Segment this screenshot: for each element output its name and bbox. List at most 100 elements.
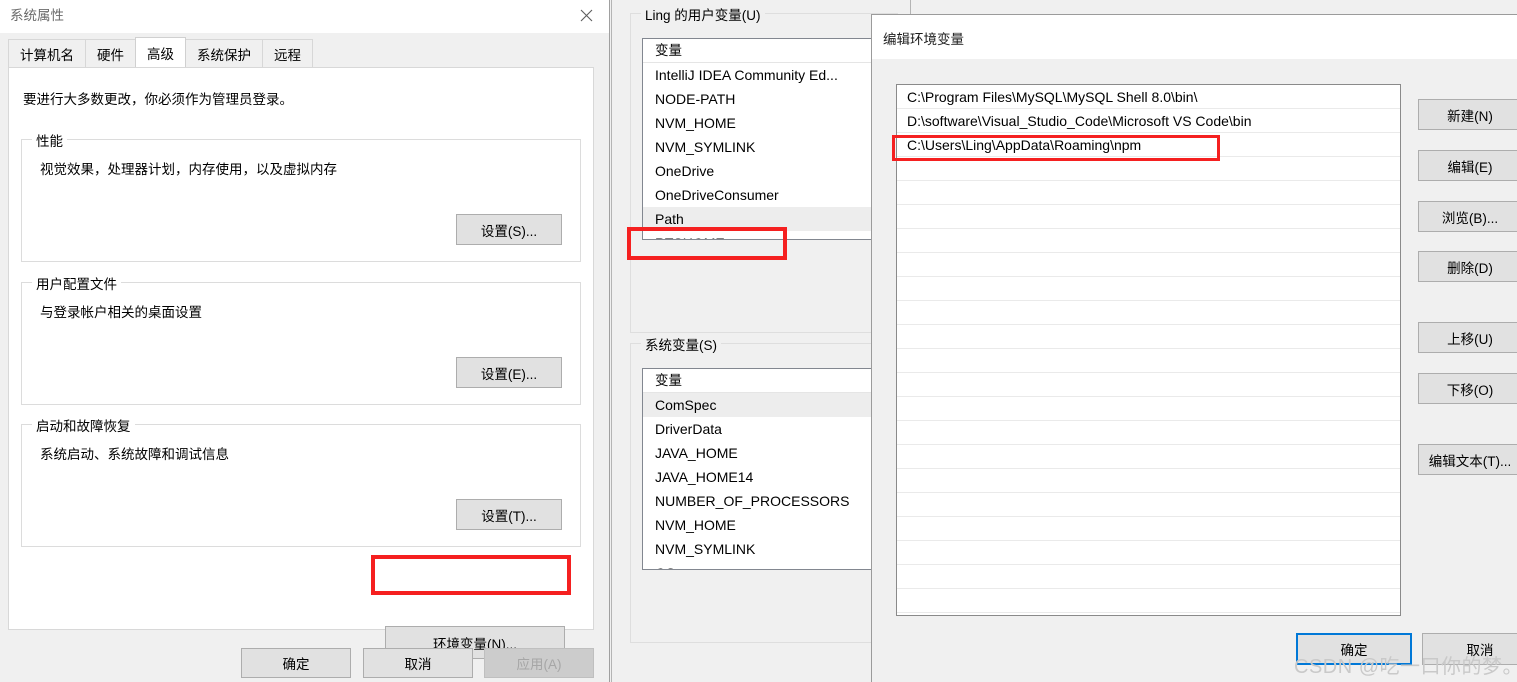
- move-down-button[interactable]: 下移(O): [1418, 373, 1517, 404]
- variable-name: NVM_HOME: [655, 115, 736, 131]
- column-header-label: 变量: [655, 43, 682, 58]
- variable-name: JAVA_HOME: [655, 445, 738, 461]
- group-user-profiles-legend: 用户配置文件: [32, 273, 121, 293]
- path-entry-row-empty[interactable]: [897, 301, 1400, 325]
- path-entry-row-empty[interactable]: [897, 397, 1400, 421]
- variable-name: JAVA_HOME14: [655, 469, 754, 485]
- path-entry-row-empty[interactable]: [897, 469, 1400, 493]
- path-value: C:\Users\Ling\AppData\Roaming\npm: [907, 137, 1142, 153]
- user-profiles-settings-button[interactable]: 设置(E)...: [456, 357, 562, 388]
- close-icon[interactable]: [563, 0, 609, 31]
- path-entry-row-empty[interactable]: [897, 205, 1400, 229]
- list-item[interactable]: NODE-PATH: [643, 87, 893, 111]
- tab-page-advanced: 要进行大多数更改，你必须作为管理员登录。 性能 视觉效果，处理器计划，内存使用，…: [8, 67, 594, 659]
- path-entry-row[interactable]: C:\Program Files\MySQL\MySQL Shell 8.0\b…: [897, 85, 1400, 109]
- variable-name: OneDrive: [655, 163, 715, 179]
- edit-environment-variable-titlebar: 编辑环境变量: [872, 15, 1517, 59]
- group-system-variables: 系统变量(S) 变量 ComSpec DriverData JAVA_HOME …: [630, 334, 898, 643]
- user-variables-column-header: 变量: [643, 39, 893, 63]
- path-entry-row-empty[interactable]: [897, 493, 1400, 517]
- path-entry-row[interactable]: D:\software\Visual_Studio_Code\Microsoft…: [897, 109, 1400, 133]
- list-item[interactable]: OneDrive: [643, 159, 893, 183]
- user-variables-list[interactable]: 变量 IntelliJ IDEA Community Ed... NODE-PA…: [642, 38, 894, 240]
- button-label: 应用(A): [516, 657, 562, 672]
- system-variables-list[interactable]: 变量 ComSpec DriverData JAVA_HOME JAVA_HOM…: [642, 368, 894, 570]
- button-label: 新建(N): [1447, 108, 1493, 124]
- group-user-profiles: 用户配置文件 与登录帐户相关的桌面设置 设置(E)...: [21, 273, 581, 405]
- path-entry-row-empty[interactable]: [897, 253, 1400, 277]
- list-item[interactable]: NVM_HOME: [643, 111, 893, 135]
- path-entry-row-empty[interactable]: [897, 445, 1400, 469]
- list-item[interactable]: NVM_SYMLINK: [643, 135, 893, 159]
- list-item[interactable]: OS: [643, 561, 893, 569]
- tab-label: 高级: [147, 46, 174, 62]
- variable-name: OS: [655, 565, 675, 569]
- path-entry-row-empty[interactable]: [897, 373, 1400, 397]
- list-item[interactable]: IntelliJ IDEA Community Ed...: [643, 63, 893, 87]
- system-variables-column-header: 变量: [643, 369, 893, 393]
- list-item[interactable]: JAVA_HOME: [643, 441, 893, 465]
- list-item[interactable]: JAVA_HOME14: [643, 465, 893, 489]
- system-properties-apply-button: 应用(A): [484, 648, 594, 678]
- button-label: 取消: [404, 657, 432, 672]
- delete-path-button[interactable]: 删除(D): [1418, 251, 1517, 282]
- path-entry-row-empty[interactable]: [897, 277, 1400, 301]
- window-title: 系统属性: [10, 8, 64, 23]
- path-entry-row-empty[interactable]: [897, 517, 1400, 541]
- button-label: 设置(E)...: [480, 366, 538, 382]
- variable-name: ComSpec: [655, 397, 717, 413]
- path-entry-row-empty[interactable]: [897, 589, 1400, 613]
- watermark: CSDN @吃一口你的梦。: [1294, 656, 1517, 678]
- path-entry-row-empty[interactable]: [897, 349, 1400, 373]
- variable-name: NVM_SYMLINK: [655, 541, 756, 557]
- variable-name: NVM_SYMLINK: [655, 139, 756, 155]
- path-entry-row-empty[interactable]: [897, 157, 1400, 181]
- system-properties-ok-button[interactable]: 确定: [241, 648, 351, 678]
- path-entry-row-empty[interactable]: [897, 229, 1400, 253]
- tab-system-protection[interactable]: 系统保护: [185, 39, 263, 67]
- variable-name: RTSHOME: [655, 235, 725, 239]
- move-up-button[interactable]: 上移(U): [1418, 322, 1517, 353]
- variable-name: OneDriveConsumer: [655, 187, 779, 203]
- group-user-variables-legend: Ling 的用户变量(U): [641, 4, 765, 24]
- tab-computer-name[interactable]: 计算机名: [8, 39, 86, 67]
- list-item-path[interactable]: Path: [643, 207, 893, 231]
- button-label: 编辑(E): [1447, 159, 1493, 175]
- new-path-button[interactable]: 新建(N): [1418, 99, 1517, 130]
- list-item[interactable]: NVM_HOME: [643, 513, 893, 537]
- tab-remote[interactable]: 远程: [262, 39, 313, 67]
- browse-path-button[interactable]: 浏览(B)...: [1418, 201, 1517, 232]
- system-properties-cancel-button[interactable]: 取消: [363, 648, 473, 678]
- path-entry-row-empty[interactable]: [897, 325, 1400, 349]
- column-header-label: 变量: [655, 373, 682, 388]
- variable-name: Path: [655, 211, 684, 227]
- path-entry-row-empty[interactable]: [897, 565, 1400, 589]
- group-system-variables-legend: 系统变量(S): [641, 334, 721, 354]
- list-item[interactable]: NVM_SYMLINK: [643, 537, 893, 561]
- list-item[interactable]: OneDriveConsumer: [643, 183, 893, 207]
- list-item[interactable]: DriverData: [643, 417, 893, 441]
- list-item[interactable]: NUMBER_OF_PROCESSORS: [643, 489, 893, 513]
- button-label: 下移(O): [1446, 382, 1494, 398]
- tab-hardware[interactable]: 硬件: [85, 39, 136, 67]
- system-properties-window: 系统属性 计算机名 硬件 高级 系统保护 远程 要进行大多数更改，你必须作为管理…: [0, 0, 610, 682]
- button-label: 设置(S)...: [480, 223, 538, 239]
- tab-advanced[interactable]: 高级: [135, 37, 186, 67]
- path-entry-row-empty[interactable]: [897, 541, 1400, 565]
- tab-label: 系统保护: [197, 47, 251, 63]
- edit-path-button[interactable]: 编辑(E): [1418, 150, 1517, 181]
- list-item[interactable]: ComSpec: [643, 393, 893, 417]
- tab-label: 计算机名: [20, 47, 74, 63]
- edit-text-button[interactable]: 编辑文本(T)...: [1418, 444, 1517, 475]
- path-entry-row-npm[interactable]: C:\Users\Ling\AppData\Roaming\npm: [897, 133, 1400, 157]
- group-startup-recovery-description: 系统启动、系统故障和调试信息: [40, 447, 229, 462]
- path-entry-row-empty[interactable]: [897, 181, 1400, 205]
- admin-notice: 要进行大多数更改，你必须作为管理员登录。: [23, 92, 293, 107]
- startup-recovery-settings-button[interactable]: 设置(T)...: [456, 499, 562, 530]
- performance-settings-button[interactable]: 设置(S)...: [456, 214, 562, 245]
- group-user-profiles-description: 与登录帐户相关的桌面设置: [40, 305, 202, 320]
- path-entries-list[interactable]: C:\Program Files\MySQL\MySQL Shell 8.0\b…: [896, 84, 1401, 616]
- path-entry-row-empty[interactable]: [897, 421, 1400, 445]
- list-item[interactable]: RTSHOME: [643, 231, 893, 239]
- button-label: 编辑文本(T)...: [1428, 453, 1512, 469]
